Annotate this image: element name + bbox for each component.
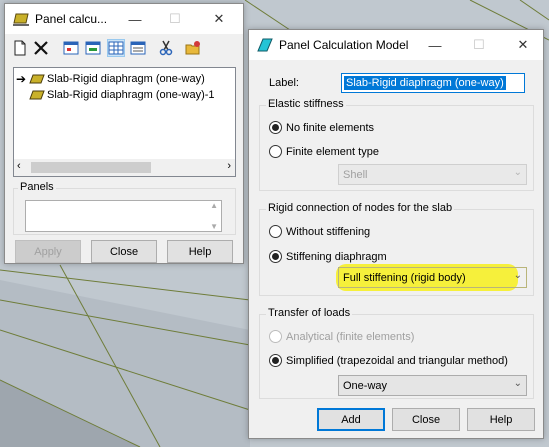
group-title: Rigid connection of nodes for the slab [266, 202, 455, 214]
scroll-left-icon[interactable]: ‹ [17, 160, 21, 172]
load-method-select[interactable]: One-way ⌄ [338, 375, 527, 396]
scroll-right-icon[interactable]: › [227, 160, 231, 172]
radio-checked-icon [269, 250, 282, 263]
analytical-radio: Analytical (finite elements) [269, 330, 414, 343]
option-label: No finite elements [286, 121, 375, 134]
select-value: Full stiffening (rigid body) [343, 271, 466, 284]
panel-list-titlebar[interactable]: Panel calcu... — ☐ ✕ [5, 4, 243, 34]
label-caption: Label: [269, 77, 299, 89]
simplified-radio[interactable]: Simplified (trapezoidal and triangular m… [269, 354, 508, 367]
help-button[interactable]: Help [467, 408, 535, 431]
panel-model-icon [257, 38, 273, 52]
chevron-down-icon: ⌄ [513, 270, 522, 281]
add-button[interactable]: Add [317, 408, 385, 431]
panel-list-window: Panel calcu... — ☐ ✕ ➔ Slab-Rigid diaphr… [4, 3, 244, 264]
stiffening-diaphragm-radio[interactable]: Stiffening diaphragm [269, 250, 387, 263]
rigid-connection-group: Rigid connection of nodes for the slab W… [259, 202, 534, 296]
view-icon-3[interactable] [107, 39, 125, 57]
chevron-down-icon: ⌄ [513, 167, 522, 178]
group-title: Transfer of loads [266, 307, 353, 319]
view-icon-1[interactable] [63, 40, 79, 56]
model-titlebar[interactable]: Panel Calculation Model — ☐ ✕ [249, 30, 543, 60]
panels-group: Panels ▲ ▼ [13, 181, 236, 235]
minimize-button[interactable]: — [417, 30, 453, 60]
panel-list[interactable]: ➔ Slab-Rigid diaphragm (one-way) Slab-Ri… [13, 67, 236, 177]
radio-disabled-icon [269, 330, 282, 343]
chevron-down-icon: ⌄ [513, 378, 522, 389]
select-value: One-way [343, 379, 388, 392]
apply-button: Apply [15, 240, 81, 263]
minimize-button[interactable]: — [117, 4, 153, 34]
transfer-of-loads-group: Transfer of loads Analytical (finite ele… [259, 307, 534, 399]
help-button[interactable]: Help [167, 240, 233, 263]
list-item[interactable]: Slab-Rigid diaphragm (one-way)-1 [29, 89, 215, 101]
list-item-label: Slab-Rigid diaphragm (one-way) [47, 73, 205, 85]
label-value: Slab-Rigid diaphragm (one-way) [344, 76, 506, 90]
option-label: Stiffening diaphragm [286, 250, 387, 263]
panels-field[interactable]: ▲ ▼ [25, 200, 222, 232]
current-arrow-icon: ➔ [16, 72, 27, 86]
panels-label: Panels [18, 181, 56, 193]
without-stiffening-radio[interactable]: Without stiffening [269, 225, 370, 238]
maximize-button: ☐ [169, 11, 181, 26]
slab-icon [29, 74, 45, 84]
label-input[interactable]: Slab-Rigid diaphragm (one-way) [341, 73, 525, 93]
option-label: Finite element type [286, 145, 379, 158]
element-type-select: Shell ⌄ [338, 164, 527, 185]
list-item-label: Slab-Rigid diaphragm (one-way)-1 [47, 89, 215, 101]
option-label: Without stiffening [286, 225, 371, 238]
no-finite-elements-radio[interactable]: No finite elements [269, 121, 374, 134]
delete-icon[interactable] [33, 40, 49, 56]
option-label: Analytical (finite elements) [286, 330, 415, 343]
new-icon[interactable] [12, 40, 28, 56]
panel-calculation-model-window: Panel Calculation Model — ☐ ✕ Label: Sla… [248, 29, 544, 439]
radio-checked-icon [269, 354, 282, 367]
window-title: Panel Calculation Model [279, 38, 409, 52]
slab-icon [13, 13, 29, 26]
close-window-button[interactable]: ✕ [505, 30, 541, 60]
scroll-down-icon[interactable]: ▼ [210, 222, 218, 231]
select-value: Shell [343, 168, 368, 181]
radio-checked-icon [269, 121, 282, 134]
list-item[interactable]: ➔ Slab-Rigid diaphragm (one-way) [16, 72, 205, 86]
horizontal-scrollbar[interactable]: ‹ › [14, 159, 235, 176]
scroll-up-icon[interactable]: ▲ [210, 201, 218, 210]
close-button[interactable]: Close [392, 408, 460, 431]
slab-icon [29, 90, 45, 100]
group-title: Elastic stiffness [266, 98, 346, 110]
radio-unchecked-icon [269, 225, 282, 238]
close-window-button[interactable]: ✕ [201, 4, 237, 34]
maximize-button: ☐ [473, 37, 485, 52]
scroll-thumb[interactable] [31, 162, 151, 173]
view-icon-2[interactable] [85, 40, 101, 56]
radio-unchecked-icon [269, 145, 282, 158]
folder-add-icon[interactable] [185, 40, 201, 56]
finite-element-type-radio[interactable]: Finite element type [269, 145, 379, 158]
elastic-stiffness-group: Elastic stiffness No finite elements Fin… [259, 98, 534, 191]
close-button[interactable]: Close [91, 240, 157, 263]
stiffening-type-select[interactable]: Full stiffening (rigid body) ⌄ [338, 267, 527, 288]
scissors-icon[interactable] [158, 40, 174, 56]
window-title: Panel calcu... [35, 12, 108, 26]
option-label: Simplified (trapezoidal and triangular m… [286, 354, 508, 367]
view-icon-4[interactable] [130, 40, 146, 56]
